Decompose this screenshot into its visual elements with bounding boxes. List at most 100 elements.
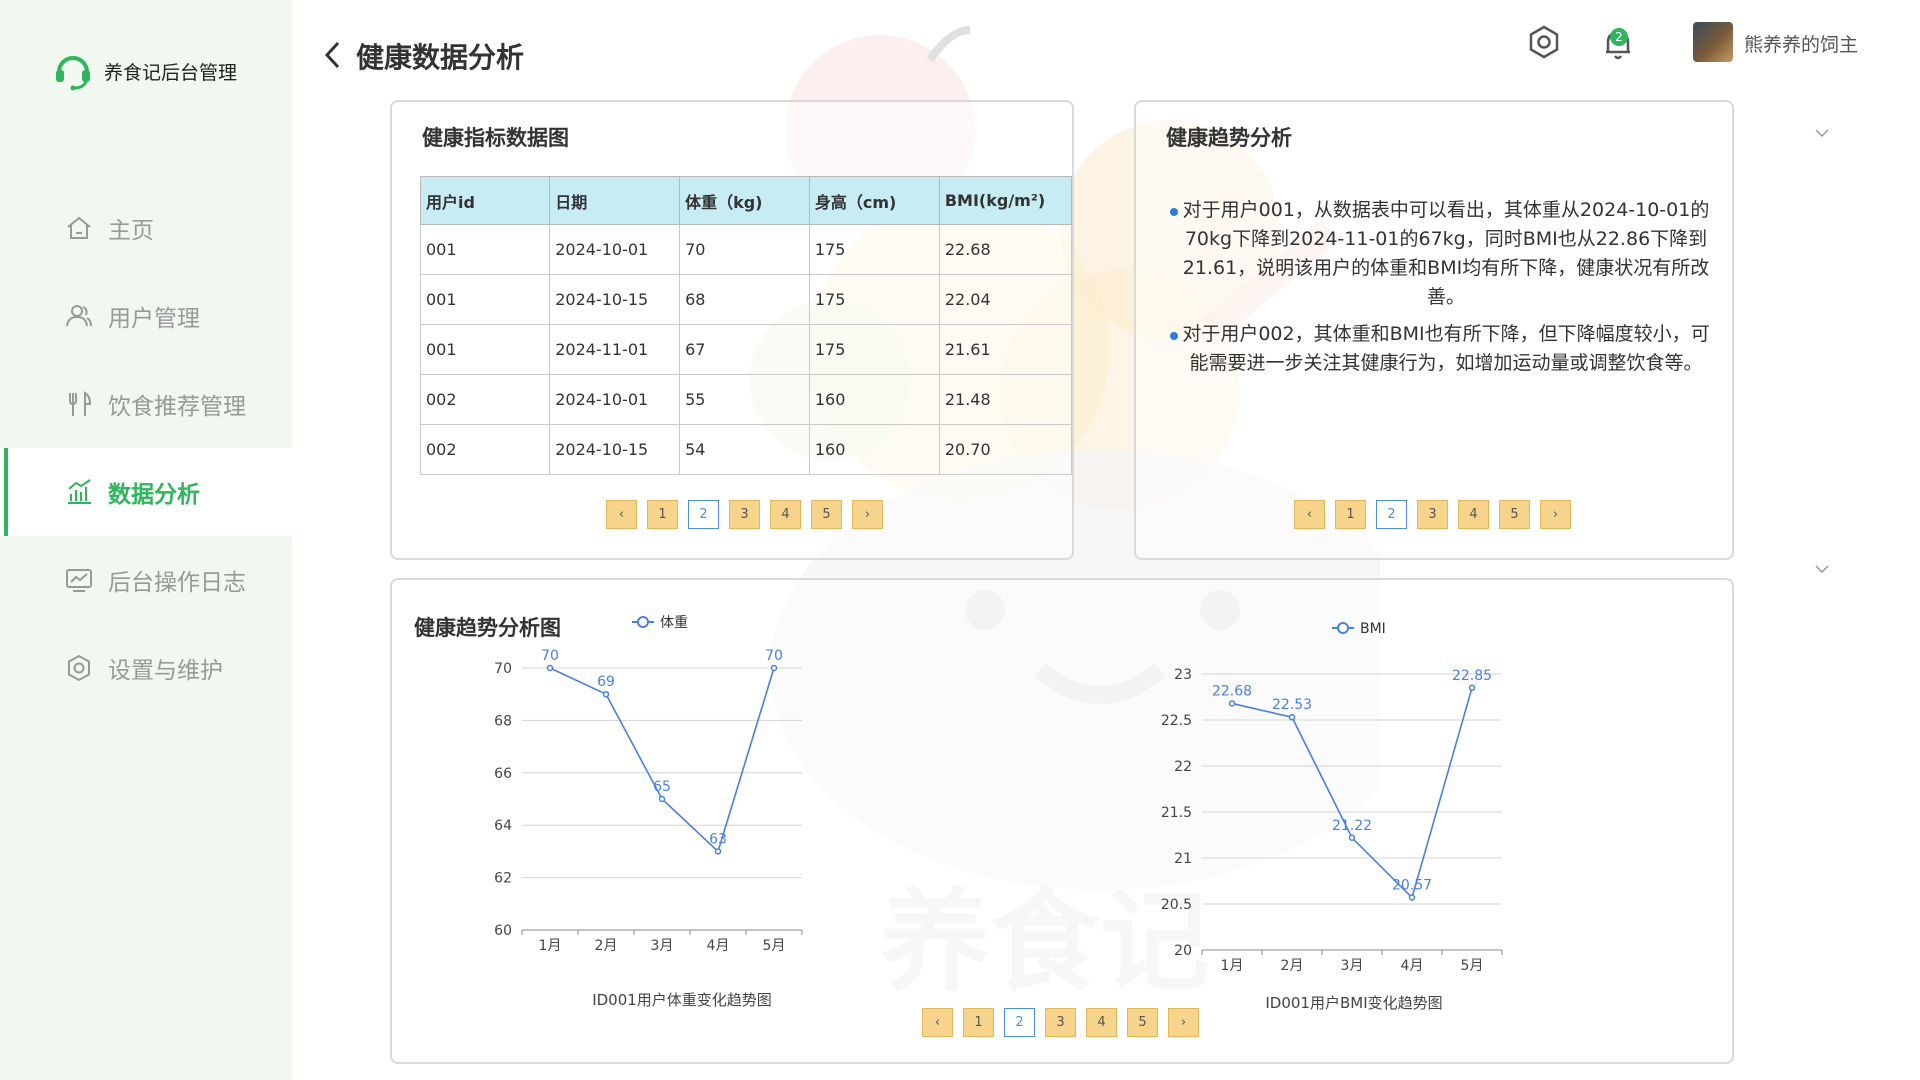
column-header[interactable]: BMI(kg/m²) — [938, 176, 1073, 225]
table-cell: 002 — [419, 374, 551, 425]
users-icon — [66, 305, 92, 327]
data-label: 22.68 — [1212, 683, 1252, 699]
table-cell: 2024-10-15 — [549, 274, 681, 325]
pager-page-button-current[interactable]: 2 — [1004, 1008, 1035, 1037]
table-cell: 001 — [419, 324, 551, 375]
table-cell: 68 — [679, 274, 810, 325]
table-cell: 001 — [419, 224, 551, 275]
table-row[interactable]: 001 2024-10-15 68 175 22.04 — [419, 274, 1073, 325]
pager-page-button[interactable]: 4 — [1086, 1008, 1117, 1037]
weight-line-chart: 60 62 64 66 68 70 1月 2月 3月 4月 5月 体重 70 69 65 63 70 ID001用… — [494, 615, 803, 1009]
sidebar-nav: 主页 用户管理 饮食推荐管理 数据分析 后台操作日志 设置与维护 — [0, 184, 292, 712]
pager-next-button[interactable]: › — [1540, 500, 1571, 529]
data-point — [602, 690, 610, 698]
pager-page-button[interactable]: 3 — [1417, 500, 1448, 529]
back-arrow-icon[interactable] — [322, 40, 344, 70]
avatar[interactable] — [1693, 22, 1733, 62]
trend-card-title: 健康趋势分析 — [1166, 126, 1292, 150]
table-row[interactable]: 001 2024-10-01 70 175 22.68 — [419, 224, 1073, 275]
log-icon — [66, 569, 92, 592]
table-card-title: 健康指标数据图 — [422, 126, 569, 150]
y-tick-label: 20.5 — [1161, 897, 1192, 913]
data-point — [1468, 684, 1476, 692]
data-point — [770, 664, 778, 672]
x-tick-label: 4月 — [1401, 958, 1424, 974]
data-label: 21.22 — [1332, 818, 1372, 834]
sidebar-item-users[interactable]: 用户管理 — [0, 272, 292, 360]
chart-caption: ID001用户BMI变化趋势图 — [1265, 994, 1442, 1012]
pager-page-button[interactable]: 4 — [1458, 500, 1489, 529]
table-cell: 175 — [808, 224, 940, 275]
pager-page-button[interactable]: 3 — [729, 500, 760, 529]
y-tick-label: 22 — [1174, 759, 1192, 775]
sidebar-item-logs[interactable]: 后台操作日志 — [0, 536, 292, 624]
table-cell: 175 — [808, 274, 940, 325]
legend-label: 体重 — [660, 615, 688, 631]
table-cell: 2024-10-15 — [549, 424, 681, 475]
y-tick-label: 64 — [494, 818, 512, 834]
data-point — [546, 664, 554, 672]
chevron-down-icon[interactable] — [1814, 564, 1830, 574]
table-cell: 2024-10-01 — [549, 374, 681, 425]
chevron-down-icon[interactable] — [1814, 128, 1830, 138]
table-row[interactable]: 001 2024-11-01 67 175 21.61 — [419, 324, 1073, 375]
data-point — [714, 848, 722, 855]
table-cell: 22.68 — [938, 224, 1073, 275]
pager-next-button[interactable]: › — [1168, 1008, 1199, 1037]
data-label: 20.57 — [1392, 878, 1432, 894]
pager-page-button[interactable]: 5 — [811, 500, 842, 529]
pager-page-button[interactable]: 1 — [963, 1008, 994, 1037]
column-header[interactable]: 用户id — [419, 176, 551, 225]
table-cell: 21.61 — [938, 324, 1073, 375]
table-row[interactable]: 002 2024-10-15 54 160 20.70 — [419, 424, 1073, 475]
x-tick-label: 5月 — [1461, 958, 1484, 974]
column-header[interactable]: 体重（kg) — [679, 176, 810, 225]
pager-page-button[interactable]: 3 — [1045, 1008, 1076, 1037]
pager-prev-button[interactable]: ‹ — [606, 500, 637, 529]
analysis-list: 对于用户001，从数据表中可以看出，其体重从2024-10-01的70kg下降到… — [1170, 196, 1716, 386]
legend-label: BMI — [1360, 621, 1386, 637]
legend-marker — [637, 616, 649, 628]
sidebar-item-settings[interactable]: 设置与维护 — [0, 624, 292, 712]
pager-page-button-current[interactable]: 2 — [688, 500, 719, 529]
settings-icon — [68, 654, 90, 682]
y-tick-label: 23 — [1174, 667, 1192, 683]
pager-next-button[interactable]: › — [852, 500, 883, 529]
sidebar-item-label: 数据分析 — [108, 482, 200, 508]
pager-page-button[interactable]: 5 — [1127, 1008, 1158, 1037]
pager-prev-button[interactable]: ‹ — [922, 1008, 953, 1037]
sidebar-item-home[interactable]: 主页 — [0, 184, 292, 272]
sidebar-item-label: 饮食推荐管理 — [108, 394, 246, 420]
username[interactable]: 熊养养的饲主 — [1744, 30, 1858, 57]
pager-page-button[interactable]: 4 — [770, 500, 801, 529]
sidebar-item-analysis[interactable]: 数据分析 — [0, 448, 292, 536]
table-cell: 175 — [808, 324, 940, 375]
data-label: 70 — [541, 648, 559, 664]
table-cell: 002 — [419, 424, 551, 475]
page-title: 健康数据分析 — [356, 41, 525, 74]
y-tick-label: 60 — [494, 923, 512, 939]
pager-page-button[interactable]: 5 — [1499, 500, 1530, 529]
data-label: 70 — [765, 648, 783, 664]
pager-page-button[interactable]: 1 — [1335, 500, 1366, 529]
table-row[interactable]: 002 2024-10-01 55 160 21.48 — [419, 374, 1073, 425]
pager-prev-button[interactable]: ‹ — [1294, 500, 1325, 529]
table-pagination: ‹ 1 2 3 4 5 › — [606, 500, 883, 529]
data-label: 69 — [597, 674, 615, 690]
data-point — [1348, 834, 1356, 842]
sidebar-item-label: 用户管理 — [108, 306, 200, 332]
pager-page-button-current[interactable]: 2 — [1376, 500, 1407, 529]
pager-page-button[interactable]: 1 — [647, 500, 678, 529]
sidebar-item-diet[interactable]: 饮食推荐管理 — [0, 360, 292, 448]
chart-icon — [68, 479, 91, 504]
x-tick-label: 4月 — [707, 938, 730, 954]
column-header[interactable]: 身高（cm) — [808, 176, 940, 225]
column-header[interactable]: 日期 — [549, 176, 681, 225]
data-point — [658, 795, 666, 803]
bullet-dot — [1170, 332, 1178, 340]
data-point — [1228, 700, 1236, 707]
settings-hex-icon[interactable] — [1524, 22, 1564, 62]
data-label: 63 — [709, 831, 727, 847]
sidebar-item-label: 设置与维护 — [108, 658, 223, 684]
app-logo[interactable]: 养食记后台管理 — [52, 50, 237, 92]
